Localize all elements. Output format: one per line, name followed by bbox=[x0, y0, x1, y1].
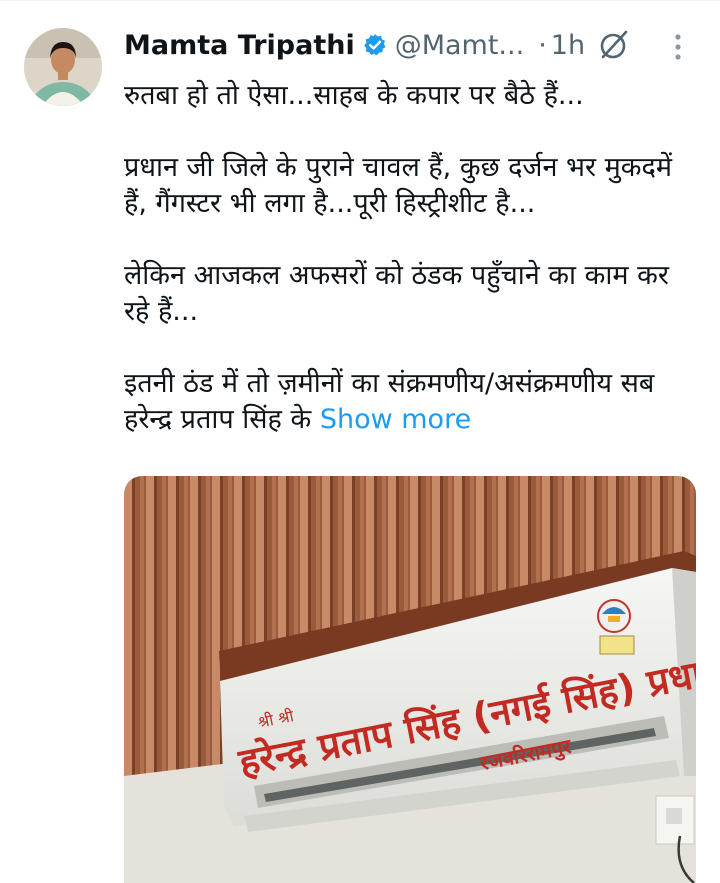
tweet-media-image[interactable]: हरेन्द्र प्रताप सिंह (नगई सिंह) प्रधान श… bbox=[124, 476, 696, 883]
show-more-link[interactable]: Show more bbox=[320, 404, 471, 435]
timestamp[interactable]: 1h bbox=[551, 30, 585, 61]
avatar[interactable] bbox=[24, 28, 102, 106]
author-handle[interactable]: @Mamt... bbox=[395, 30, 524, 61]
tweet-paragraph-4: इतनी ठंड में तो ज़मीनों का संक्रमणीय/असं… bbox=[124, 366, 694, 438]
author-name[interactable]: Mamta Tripathi bbox=[124, 30, 355, 61]
more-options-icon[interactable] bbox=[664, 30, 692, 64]
separator-dot: · bbox=[538, 29, 547, 61]
divider bbox=[0, 0, 720, 1]
tweet-paragraph-1: रुतबा हो तो ऐसा...साहब के कपार पर बैठे ह… bbox=[124, 80, 584, 111]
tweet-paragraph-2: प्रधान जी जिले के पुराने चावल हैं, कुछ द… bbox=[124, 152, 673, 219]
tweet-header: Mamta Tripathi @Mamt... · 1h bbox=[124, 24, 585, 66]
tweet-text: रुतबा हो तो ऐसा...साहब के कपार पर बैठे ह… bbox=[124, 78, 694, 438]
verified-badge-icon bbox=[363, 33, 387, 57]
tweet-paragraph-3: लेकिन आजकल अफसरों को ठंडक पहुँचाने का का… bbox=[124, 260, 669, 327]
grok-icon[interactable] bbox=[597, 28, 631, 62]
